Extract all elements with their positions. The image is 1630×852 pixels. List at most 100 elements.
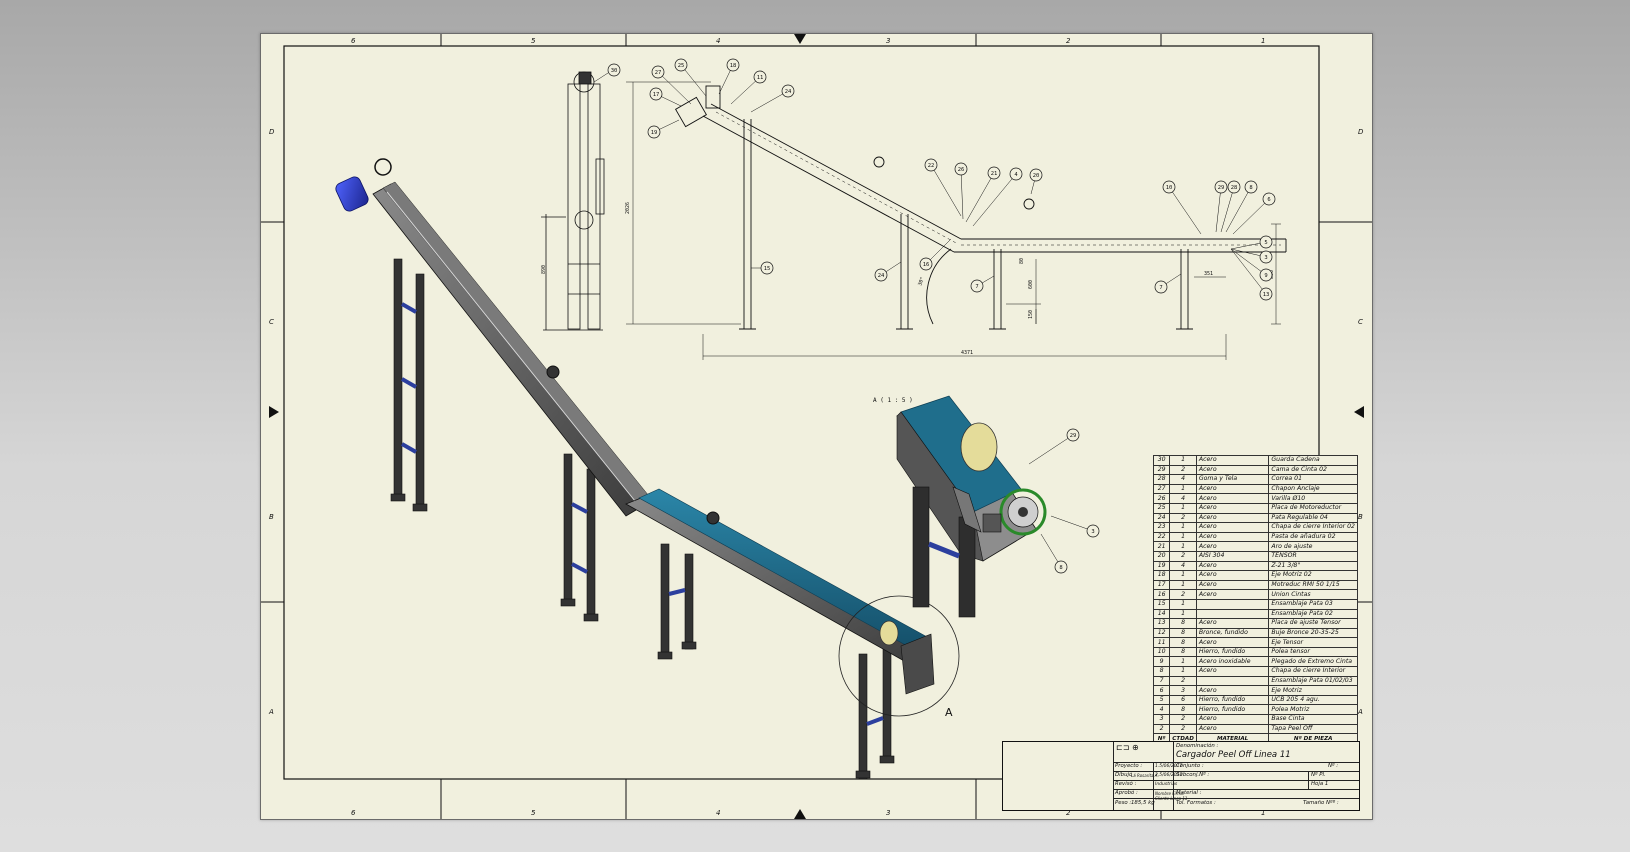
parts-cell-material: Acero (1195, 531, 1270, 543)
parts-list-row: 2 2 Acero Tapa Peel Off (1152, 723, 1358, 735)
parts-list-row: 9 1 Acero inoxidable Plegado de Extremo Cin… (1152, 656, 1358, 668)
parts-cell-material: Goma y Tela (1195, 474, 1270, 485)
parts-cell-material (1195, 598, 1270, 610)
parts-cell-qty: 8 (1169, 637, 1197, 648)
parts-cell-no: 17 (1152, 579, 1171, 591)
parts-cell-material: Hierro, fundido (1195, 704, 1270, 716)
row-label: C (269, 318, 274, 326)
col-label: 1 (1261, 37, 1265, 45)
parts-list-row: 26 4 Acero Varilla Ø10 (1152, 493, 1358, 504)
parts-list-row: 27 1 Acero Chapon Anclaje (1152, 483, 1358, 495)
tb-peso-value: 185,5 kg (1131, 800, 1155, 806)
dim-leg-gap: 80 (1019, 258, 1025, 264)
callout-balloon: 8 (1040, 533, 1068, 574)
callout-label: 8 (1059, 565, 1062, 571)
callout-balloon: 25 (674, 58, 707, 97)
parts-cell-no: 14 (1152, 608, 1171, 620)
parts-list-row: 13 8 Acero Placa de ajuste Tensor (1152, 618, 1358, 629)
callout-label: 9 (1264, 273, 1267, 279)
callout-label: 18 (730, 63, 737, 69)
parts-cell-part: Aro de ajuste (1268, 541, 1358, 552)
parts-cell-material: Acero (1195, 464, 1270, 476)
parts-list-row: 29 2 Acero Cama de Cinta 02 (1152, 464, 1358, 476)
parts-cell-material: Acero (1195, 493, 1270, 504)
tb-subconj-label: Subconj.Nº : (1176, 772, 1210, 778)
callout-label: 19 (651, 130, 658, 136)
tb-hoja-label: Hoja 1 (1311, 781, 1329, 787)
parts-list-row: 14 1 Ensamblaje Pata 02 (1152, 608, 1358, 620)
parts-cell-material: Hierro, fundido (1195, 646, 1270, 658)
col-label: 6 (351, 37, 356, 45)
callout-label: 16 (923, 262, 930, 268)
callout-label: 22 (928, 163, 935, 169)
parts-list-row: 25 1 Acero Placa de Motoreductor (1152, 502, 1358, 514)
tb-conjunto-right: Nº : (1328, 763, 1339, 769)
row-label: B (269, 513, 274, 521)
row-label: A (268, 708, 274, 716)
parts-list-row: 7 2 Ensamblaje Pata 01/02/03 (1152, 675, 1358, 687)
col-label: 3 (886, 809, 890, 817)
parts-cell-material: Acero (1195, 522, 1270, 533)
parts-list-row: 10 8 Hierro, fundido Polea tensor (1152, 646, 1358, 658)
parts-list-row: 8 1 Acero Chapa de cierre Interior (1152, 666, 1358, 677)
parts-list-row: 22 1 Acero Pasta de añadura 02 (1152, 531, 1358, 543)
parts-cell-no: 3 (1152, 714, 1171, 725)
detail-view: A ( 1 : 5 ) (873, 395, 1047, 618)
parts-cell-part: Tapa Peel Off (1268, 723, 1358, 735)
parts-cell-qty: 1 (1169, 531, 1197, 543)
parts-cell-no: 26 (1152, 493, 1171, 504)
parts-cell-material: Acero (1195, 512, 1270, 524)
parts-cell-qty: 1 (1169, 455, 1197, 466)
parts-list-row: 23 1 Acero Chapa de cierre Interior 02 (1152, 522, 1358, 533)
parts-list-table: 30 1 Acero Guarda Cadena 29 2 Acero Cama de Cin… (1152, 455, 1358, 744)
row-label: D (269, 128, 275, 136)
parts-cell-part: Motreduc RMI 50 1/15 (1268, 579, 1358, 591)
dimension-lines (626, 81, 1281, 360)
parts-cell-part: Polea tensor (1268, 646, 1358, 658)
detail-circle-label: A (945, 706, 953, 719)
parts-cell-no: 13 (1152, 618, 1171, 629)
callout-label: 29 (1218, 185, 1225, 191)
callout-label: 27 (655, 70, 662, 76)
parts-cell-no: 6 (1152, 685, 1171, 696)
parts-cell-no: 15 (1152, 598, 1171, 610)
parts-cell-qty: 2 (1169, 675, 1197, 687)
parts-cell-material: Acero (1195, 502, 1270, 514)
iso-motor (335, 176, 369, 212)
callout-label: 29 (1070, 433, 1077, 439)
parts-cell-material: Hierro, fundido (1195, 694, 1270, 706)
callout-label: 15 (764, 266, 771, 272)
callout-balloon: 18 (718, 58, 740, 95)
callout-balloon: 20 (1029, 168, 1043, 195)
parts-cell-material: Acero (1195, 637, 1270, 648)
callout-label: 8 (1249, 185, 1252, 191)
parts-cell-part: Eje Motriz 02 (1268, 570, 1358, 581)
parts-list-row: 24 2 Acero Pata Regulable 04 (1152, 512, 1358, 524)
dim-foot-height: 150 (1028, 310, 1034, 319)
dim-overall-height: 2026 (625, 202, 631, 214)
parts-cell-part: Cama de Cinta 02 (1268, 464, 1358, 476)
dimension-texts: 2026 4371 600 80 150 351 880 30° (625, 202, 1275, 356)
callout-label: 3 (1264, 255, 1267, 261)
tb-tol-right: Tamaño Nºº : (1303, 800, 1339, 806)
callout-label: 26 (958, 167, 965, 173)
parts-cell-qty: 2 (1169, 464, 1197, 476)
callout-balloon: 24 (874, 261, 902, 282)
callout-balloon: 29 (1214, 180, 1228, 233)
column-labels: 6 5 4 3 2 1 6 5 4 3 2 1 (351, 37, 1265, 817)
iso-incline-frame (372, 183, 647, 517)
parts-cell-no: 21 (1152, 541, 1171, 552)
parts-cell-part: Placa de Motoreductor (1268, 502, 1358, 514)
row-label: B (1358, 513, 1363, 521)
elevation-view (674, 85, 1287, 330)
parts-cell-qty: 8 (1169, 646, 1197, 658)
callout-balloon: 26 (954, 162, 968, 220)
callout-label: 11 (757, 75, 764, 81)
parts-cell-part: Pata Regulable 04 (1268, 512, 1358, 524)
parts-cell-no: 19 (1152, 560, 1171, 572)
parts-cell-part: Union Cintas (1268, 589, 1358, 600)
callout-balloon: 15 (751, 261, 774, 275)
callout-label: 7 (975, 284, 978, 290)
callout-label: 7 (1159, 285, 1162, 291)
iso-handwheel (374, 158, 392, 176)
